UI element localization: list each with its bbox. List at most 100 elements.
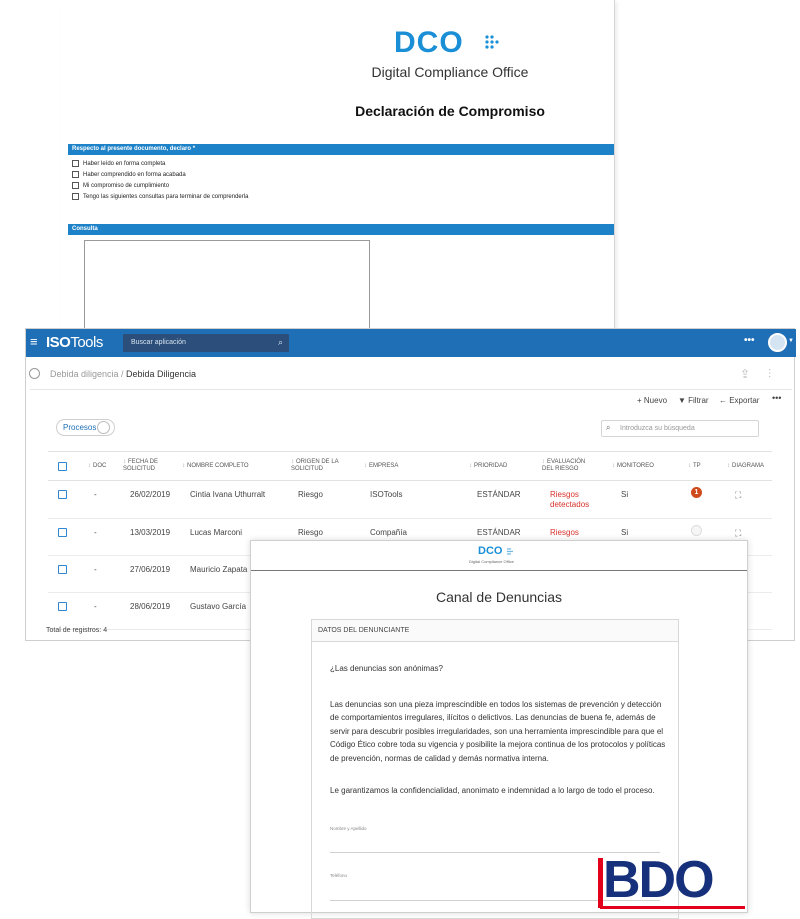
cell-prioridad: ESTÁNDAR (477, 528, 521, 537)
col-label: DIAGRAMA (732, 463, 765, 469)
col-evaluacion[interactable]: ↕ EVALUACIÓN DEL RIESGO (542, 459, 594, 473)
form-title: Declaración de Compromiso (355, 103, 545, 119)
record-count: Total de registros: 4 (46, 627, 108, 634)
col-tp[interactable]: ↕ TP (688, 463, 701, 470)
row-checkbox[interactable] (58, 490, 67, 499)
faq-paragraph: Las denuncias son una pieza imprescindib… (330, 700, 666, 763)
tp-empty-badge[interactable] (691, 525, 702, 536)
col-label: DOC (93, 463, 107, 469)
checkbox-box[interactable] (72, 193, 79, 200)
cell-doc: - (94, 565, 97, 574)
hamburger-menu-icon[interactable]: ≡ (30, 335, 42, 349)
cell-origen: Riesgo (298, 490, 323, 499)
col-label: FECHA DE SOLICITUD (123, 459, 159, 472)
cell-doc: - (94, 602, 97, 611)
cell-empresa: Compañía (370, 528, 407, 537)
row-checkbox[interactable] (58, 528, 67, 537)
cell-monitoreo: Si (621, 528, 629, 537)
dco-logo: DCO (478, 545, 503, 557)
row-checkbox[interactable] (58, 602, 67, 611)
col-empresa[interactable]: ↕ EMPRESA (364, 463, 398, 470)
top-navbar: ≡ ISOTools Buscar aplicación ⌕ ••• ▼ (26, 329, 796, 357)
checkbox-label: Mi compromiso de cumplimiento (83, 182, 170, 189)
cell-fecha: 27/06/2019 (130, 565, 171, 574)
actions-more-icon[interactable]: ••• (772, 393, 781, 403)
cell-fecha: 13/03/2019 (130, 528, 171, 537)
breadcrumb-parent[interactable]: Debida diligencia / (50, 369, 124, 379)
select-all-checkbox[interactable] (58, 462, 67, 471)
search-icon[interactable]: ⌕ (278, 337, 283, 348)
dco-dots-icon (485, 35, 499, 49)
form-section-header: DATOS DEL DENUNCIANTE (312, 620, 678, 642)
chevron-down-icon[interactable]: ▼ (788, 338, 794, 344)
export-button[interactable]: ← Exportar (719, 396, 759, 405)
sliders-icon[interactable]: ⫶ (768, 367, 771, 382)
dco-org-name: Digital Compliance Office (371, 64, 529, 80)
more-icon[interactable]: ••• (744, 335, 755, 346)
table-header: ↕ DOC ↕ FECHA DE SOLICITUD ↕ NOMBRE COMPLET… (48, 451, 772, 481)
share-icon[interactable]: ⇪ (740, 367, 750, 381)
checkbox-label: Haber leído en forma completa (83, 160, 166, 167)
cell-nombre[interactable]: Gustavo García (190, 602, 246, 612)
col-label: ORIGEN DE LA SOLICITUD (291, 459, 339, 472)
col-monitoreo[interactable]: ↕ MONITOREO (612, 463, 654, 470)
checkbox-box[interactable] (72, 182, 79, 189)
checkbox-label: Tengo las siguientes consultas para term… (83, 193, 249, 200)
logo-bold: ISO (46, 334, 71, 351)
checkbox-box[interactable] (72, 171, 79, 178)
cell-fecha: 28/06/2019 (130, 602, 171, 611)
app-search-input[interactable]: Buscar aplicación (123, 334, 289, 352)
table-row[interactable]: - 26/02/2019 Cintia Ivana Uthurralt Ries… (48, 482, 772, 519)
breadcrumb-current: Debida Diligencia (126, 369, 197, 379)
declaration-form-window: DCO Digital Compliance Office Declaració… (60, 0, 615, 332)
toggle-knob[interactable] (97, 421, 110, 434)
bdo-logo-underline (600, 906, 745, 909)
cell-fecha: 26/02/2019 (130, 490, 171, 499)
table-search-input[interactable]: Introduzca su búsqueda (601, 420, 759, 437)
page-title: Canal de Denuncias (435, 589, 563, 605)
cell-origen: Riesgo (298, 528, 323, 537)
dco-org-name: Digital Compliance Office (469, 559, 514, 564)
filter-button[interactable]: ▼ Filtrar (678, 396, 709, 405)
cell-monitoreo: Si (621, 490, 629, 499)
checkbox-comprendido[interactable]: Haber comprendido en forma acabada (72, 171, 186, 178)
faq-question: ¿Las denuncias son anónimas? (330, 664, 443, 673)
col-label: PRIORIDAD (474, 463, 508, 469)
consulta-textarea[interactable] (84, 240, 370, 332)
section-header-consulta: Consulta (68, 224, 614, 235)
checkbox-leido[interactable]: Haber leído en forma completa (72, 160, 165, 167)
refresh-icon[interactable] (29, 368, 40, 379)
cell-nombre[interactable]: Mauricio Zapata (190, 565, 247, 575)
checkbox-consultas[interactable]: Tengo las siguientes consultas para term… (72, 193, 248, 200)
checkbox-compromiso[interactable]: Mi compromiso de cumplimiento (72, 182, 169, 189)
checkbox-label: Haber comprendido en forma acabada (83, 171, 186, 178)
dco-dots-icon (507, 548, 513, 555)
col-label: TP (693, 463, 701, 469)
bdo-logo: BDO (603, 851, 715, 909)
col-fecha[interactable]: ↕ FECHA DE SOLICITUD (123, 459, 173, 473)
row-checkbox[interactable] (58, 565, 67, 574)
isotools-logo: ISOTools (46, 334, 103, 351)
diagram-icon[interactable]: ⛶ (735, 528, 741, 539)
checkbox-box[interactable] (72, 160, 79, 167)
field-label: Nombre y Apellido (330, 826, 367, 831)
col-label: NOMBRE COMPLETO (187, 463, 249, 469)
col-prioridad[interactable]: ↕ PRIORIDAD (469, 463, 507, 470)
search-icon: ⌕ (606, 423, 611, 432)
field-label: Teléfono (330, 873, 348, 878)
col-nombre[interactable]: ↕ NOMBRE COMPLETO (182, 463, 249, 470)
cell-doc: - (94, 528, 97, 537)
col-label: EMPRESA (369, 463, 399, 469)
col-doc[interactable]: ↕ DOC (88, 463, 106, 470)
cell-nombre[interactable]: Lucas Marconi (190, 528, 242, 538)
col-origen[interactable]: ↕ ORIGEN DE LA SOLICITUD (291, 459, 346, 473)
cell-nombre[interactable]: Cintia Ivana Uthurralt (190, 490, 265, 500)
new-button[interactable]: + Nuevo (637, 396, 667, 405)
diagram-icon[interactable]: ⛶ (735, 490, 741, 501)
cell-prioridad: ESTÁNDAR (477, 490, 521, 499)
tp-badge[interactable]: 1 (691, 487, 702, 498)
avatar[interactable] (768, 333, 787, 352)
col-diagrama[interactable]: ↕ DIAGRAMA (727, 463, 764, 470)
section-header-declaro: Respecto al presente documento, declaro … (68, 144, 614, 155)
cell-doc: - (94, 490, 97, 499)
